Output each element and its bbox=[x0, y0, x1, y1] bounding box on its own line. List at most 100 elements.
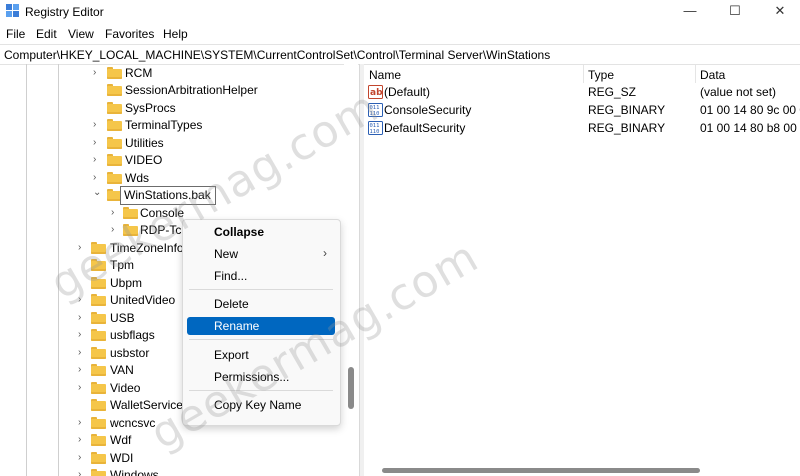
column-header-type[interactable]: Type bbox=[588, 68, 614, 82]
menu-item-label: Rename bbox=[214, 319, 260, 333]
menu-item-label: Collapse bbox=[214, 225, 265, 239]
chevron-right-icon[interactable]: › bbox=[93, 173, 102, 183]
tree-item-sessionarbitrationhelper[interactable]: SessionArbitrationHelper bbox=[0, 82, 340, 99]
folder-icon bbox=[91, 399, 106, 411]
chevron-right-icon[interactable]: › bbox=[93, 120, 102, 130]
tree-item-label: usbstor bbox=[110, 346, 150, 360]
value-name: (Default) bbox=[384, 85, 431, 99]
chevron-right-icon[interactable]: › bbox=[78, 365, 87, 375]
tree-scrollbar[interactable] bbox=[344, 64, 358, 476]
menu-item-new[interactable]: New › bbox=[187, 245, 335, 263]
value-row[interactable]: 011 110 DefaultSecurity REG_BINARY 01 00… bbox=[364, 120, 800, 137]
title-bar: Registry Editor — ☐ ✕ bbox=[0, 0, 800, 24]
chevron-right-icon[interactable]: › bbox=[78, 383, 87, 393]
window-title: Registry Editor bbox=[25, 5, 104, 19]
value-data: 01 00 14 80 9c 00 0 bbox=[700, 103, 800, 117]
values-pane[interactable]: Name Type Data ab (Default) REG_SZ (valu… bbox=[364, 64, 800, 476]
menu-file[interactable]: File bbox=[6, 27, 25, 41]
menu-item-label: New bbox=[214, 247, 239, 261]
chevron-right-icon[interactable]: › bbox=[93, 155, 102, 165]
chevron-right-icon[interactable]: › bbox=[78, 243, 87, 253]
folder-icon bbox=[91, 417, 106, 429]
menu-item-label: Export bbox=[214, 348, 249, 362]
chevron-right-icon[interactable]: › bbox=[111, 208, 120, 218]
menu-item-label: Find... bbox=[214, 269, 248, 283]
address-bar[interactable]: Computer\HKEY_LOCAL_MACHINE\SYSTEM\Curre… bbox=[0, 44, 800, 65]
column-divider[interactable] bbox=[695, 65, 696, 83]
close-button[interactable]: ✕ bbox=[757, 0, 800, 24]
menu-edit[interactable]: Edit bbox=[36, 27, 57, 41]
tree-item-label: SysProcs bbox=[125, 101, 176, 115]
context-menu: Collapse New › Find... Delete Rename Exp… bbox=[182, 219, 341, 426]
menu-item-copy-key-name[interactable]: Copy Key Name bbox=[187, 396, 335, 414]
values-scrollbar-thumb[interactable] bbox=[382, 468, 700, 473]
value-row[interactable]: ab (Default) REG_SZ (value not set) bbox=[364, 84, 800, 101]
rename-input[interactable]: WinStations.bak bbox=[120, 186, 216, 205]
chevron-right-icon[interactable]: › bbox=[78, 435, 87, 445]
menu-item-label: Delete bbox=[214, 297, 249, 311]
folder-icon bbox=[91, 382, 106, 394]
menu-view[interactable]: View bbox=[68, 27, 94, 41]
minimize-button[interactable]: — bbox=[667, 0, 713, 24]
chevron-right-icon[interactable]: › bbox=[78, 348, 87, 358]
menu-item-label: Copy Key Name bbox=[214, 398, 302, 412]
tree-item-sysprocs[interactable]: SysProcs bbox=[0, 100, 340, 117]
value-type: REG_BINARY bbox=[588, 103, 666, 117]
chevron-right-icon[interactable]: › bbox=[93, 138, 102, 148]
chevron-right-icon[interactable]: › bbox=[93, 68, 102, 78]
menu-item-permissions[interactable]: Permissions... bbox=[187, 368, 335, 386]
tree-scrollbar-thumb[interactable] bbox=[348, 367, 354, 409]
menu-help[interactable]: Help bbox=[163, 27, 188, 41]
folder-icon bbox=[91, 364, 106, 376]
menu-favorites[interactable]: Favorites bbox=[105, 27, 154, 41]
menu-item-delete[interactable]: Delete bbox=[187, 295, 335, 313]
registry-editor-icon bbox=[6, 4, 19, 17]
tree-item-wdf[interactable]: › Wdf bbox=[0, 432, 340, 449]
tree-item-label: Utilities bbox=[125, 136, 164, 150]
chevron-right-icon[interactable]: › bbox=[78, 295, 87, 305]
rename-input-text[interactable]: WinStations.bak bbox=[124, 188, 211, 202]
folder-icon bbox=[91, 294, 106, 306]
folder-icon bbox=[91, 312, 106, 324]
tree-item-label: Console bbox=[140, 206, 185, 220]
binary-value-icon: 011 110 bbox=[368, 103, 383, 117]
chevron-right-icon[interactable]: › bbox=[78, 418, 87, 428]
tree-item-label: TerminalTypes bbox=[125, 118, 203, 132]
chevron-right-icon[interactable]: › bbox=[78, 470, 87, 476]
svg-text:110: 110 bbox=[370, 111, 380, 117]
tree-item-video-upper[interactable]: › VIDEO bbox=[0, 152, 340, 169]
chevron-right-icon[interactable]: › bbox=[111, 225, 120, 235]
address-path[interactable]: Computer\HKEY_LOCAL_MACHINE\SYSTEM\Curre… bbox=[4, 48, 550, 62]
chevron-right-icon[interactable]: › bbox=[78, 330, 87, 340]
folder-icon bbox=[107, 119, 122, 131]
column-header-name[interactable]: Name bbox=[369, 68, 401, 82]
tree-item-windows[interactable]: › Windows bbox=[0, 467, 340, 476]
tree-item-terminaltypes[interactable]: › TerminalTypes bbox=[0, 117, 340, 134]
tree-item-wdi[interactable]: › WDI bbox=[0, 450, 340, 467]
chevron-right-icon[interactable]: › bbox=[78, 453, 87, 463]
menu-item-rename[interactable]: Rename bbox=[187, 317, 335, 335]
tree-item-label: usbflags bbox=[110, 328, 155, 342]
value-data: (value not set) bbox=[700, 85, 777, 99]
column-divider[interactable] bbox=[583, 65, 584, 83]
menu-item-export[interactable]: Export bbox=[187, 346, 335, 364]
maximize-button[interactable]: ☐ bbox=[712, 0, 758, 24]
chevron-right-icon[interactable]: › bbox=[78, 313, 87, 323]
folder-icon bbox=[91, 329, 106, 341]
tree-item-label: Wdf bbox=[110, 433, 132, 447]
menu-bar: File Edit View Favorites Help bbox=[0, 25, 800, 43]
tree-item-wds[interactable]: › Wds bbox=[0, 170, 340, 187]
tree-item-rcm[interactable]: › RCM bbox=[0, 65, 340, 82]
menu-item-find[interactable]: Find... bbox=[187, 267, 335, 285]
column-header-data[interactable]: Data bbox=[700, 68, 725, 82]
folder-icon bbox=[91, 259, 106, 271]
value-row[interactable]: 011 110 ConsoleSecurity REG_BINARY 01 00… bbox=[364, 102, 800, 119]
tree-item-label: Windows bbox=[110, 468, 159, 476]
folder-icon bbox=[91, 347, 106, 359]
chevron-down-icon[interactable]: ⌄ bbox=[93, 188, 102, 198]
folder-icon bbox=[91, 434, 106, 446]
tree-item-utilities[interactable]: › Utilities bbox=[0, 135, 340, 152]
tree-item-label: TimeZoneInfor bbox=[110, 241, 188, 255]
svg-text:110: 110 bbox=[370, 129, 380, 135]
menu-item-collapse[interactable]: Collapse bbox=[187, 223, 335, 241]
